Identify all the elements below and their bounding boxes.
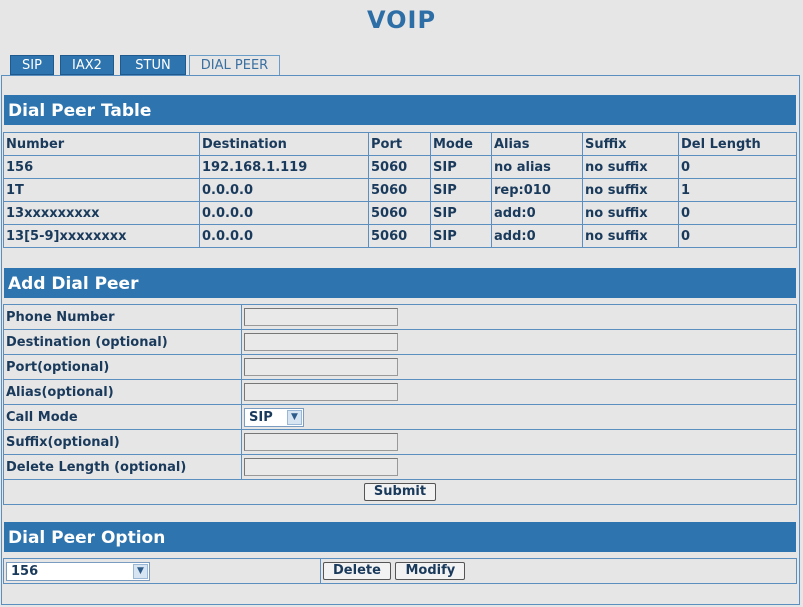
- cell-del-length: 0: [678, 201, 797, 225]
- modify-button[interactable]: Modify: [395, 562, 466, 580]
- cell-del-length: 0: [678, 224, 797, 248]
- delete-button[interactable]: Delete: [323, 562, 391, 580]
- table-row: 13[5-9]xxxxxxxx 0.0.0.0 5060 SIP add:0 n…: [3, 224, 797, 248]
- cell-destination: 0.0.0.0: [199, 178, 369, 202]
- action-buttons-cell: Delete Modify: [320, 558, 797, 584]
- cell-alias: rep:010: [491, 178, 583, 202]
- column-header-del-length: Del Length: [678, 132, 797, 156]
- cell-port: 5060: [368, 224, 431, 248]
- dial-peer-table: Number Destination Port Mode Alias Suffi…: [3, 132, 797, 248]
- alias-input[interactable]: [244, 383, 398, 401]
- cell-del-length: 0: [678, 155, 797, 179]
- cell-del-length: 1: [678, 178, 797, 202]
- cell-number: 1T: [3, 178, 200, 202]
- table-header-row: Number Destination Port Mode Alias Suffi…: [3, 132, 797, 156]
- suffix-cell: [241, 429, 797, 455]
- port-input[interactable]: [244, 358, 398, 376]
- cell-alias: add:0: [491, 201, 583, 225]
- call-mode-value: SIP: [249, 409, 273, 425]
- table-row: 156 192.168.1.119 5060 SIP no alias no s…: [3, 155, 797, 179]
- column-header-destination: Destination: [199, 132, 369, 156]
- dial-peer-select[interactable]: 156 ▼: [6, 561, 150, 581]
- destination-cell: [241, 329, 797, 355]
- suffix-label: Suffix(optional): [3, 429, 242, 455]
- chevron-down-icon[interactable]: ▼: [287, 409, 302, 425]
- cell-mode: SIP: [430, 224, 492, 248]
- tab-sip[interactable]: SIP: [10, 55, 54, 75]
- tab-dial-peer[interactable]: DIAL PEER: [189, 55, 280, 76]
- tab-iax2[interactable]: IAX2: [60, 55, 114, 75]
- add-dial-peer-form: Phone Number Destination (optional) Port…: [3, 304, 797, 505]
- submit-button[interactable]: Submit: [363, 483, 437, 501]
- cell-port: 5060: [368, 201, 431, 225]
- phone-number-label: Phone Number: [3, 304, 242, 330]
- cell-mode: SIP: [430, 201, 492, 225]
- tab-stun[interactable]: STUN: [120, 55, 186, 75]
- dial-peer-select-value: 156: [11, 563, 39, 579]
- section-title-dial-peer-table: Dial Peer Table: [4, 95, 796, 125]
- cell-suffix: no suffix: [582, 178, 679, 202]
- section-title-add-dial-peer: Add Dial Peer: [4, 268, 796, 298]
- phone-number-input[interactable]: [244, 308, 398, 326]
- alias-label: Alias(optional): [3, 379, 242, 405]
- section-title-dial-peer-option: Dial Peer Option: [4, 522, 796, 552]
- cell-number: 13[5-9]xxxxxxxx: [3, 224, 200, 248]
- port-label: Port(optional): [3, 354, 242, 380]
- cell-mode: SIP: [430, 155, 492, 179]
- column-header-alias: Alias: [491, 132, 583, 156]
- phone-number-cell: [241, 304, 797, 330]
- chevron-down-icon[interactable]: ▼: [133, 563, 148, 579]
- suffix-input[interactable]: [244, 433, 398, 451]
- cell-suffix: no suffix: [582, 201, 679, 225]
- port-cell: [241, 354, 797, 380]
- call-mode-cell: SIP ▼: [241, 404, 797, 430]
- column-header-port: Port: [368, 132, 431, 156]
- cell-destination: 192.168.1.119: [199, 155, 369, 179]
- call-mode-select[interactable]: SIP ▼: [244, 407, 304, 427]
- column-header-number: Number: [3, 132, 200, 156]
- cell-number: 156: [3, 155, 200, 179]
- cell-number: 13xxxxxxxxx: [3, 201, 200, 225]
- cell-alias: no alias: [491, 155, 583, 179]
- peer-select-cell: 156 ▼: [3, 558, 321, 584]
- submit-cell: Submit: [3, 479, 797, 505]
- dial-peer-option-table: 156 ▼ Delete Modify: [3, 558, 797, 584]
- column-header-mode: Mode: [430, 132, 492, 156]
- delete-length-label: Delete Length (optional): [3, 454, 242, 480]
- table-row: 1T 0.0.0.0 5060 SIP rep:010 no suffix 1: [3, 178, 797, 202]
- destination-label: Destination (optional): [3, 329, 242, 355]
- alias-cell: [241, 379, 797, 405]
- page-title: VOIP: [366, 6, 437, 34]
- destination-input[interactable]: [244, 333, 398, 351]
- cell-alias: add:0: [491, 224, 583, 248]
- cell-port: 5060: [368, 178, 431, 202]
- column-header-suffix: Suffix: [582, 132, 679, 156]
- table-row: 13xxxxxxxxx 0.0.0.0 5060 SIP add:0 no su…: [3, 201, 797, 225]
- call-mode-label: Call Mode: [3, 404, 242, 430]
- cell-port: 5060: [368, 155, 431, 179]
- cell-destination: 0.0.0.0: [199, 224, 369, 248]
- delete-length-input[interactable]: [244, 458, 398, 476]
- cell-mode: SIP: [430, 178, 492, 202]
- cell-destination: 0.0.0.0: [199, 201, 369, 225]
- delete-length-cell: [241, 454, 797, 480]
- cell-suffix: no suffix: [582, 224, 679, 248]
- cell-suffix: no suffix: [582, 155, 679, 179]
